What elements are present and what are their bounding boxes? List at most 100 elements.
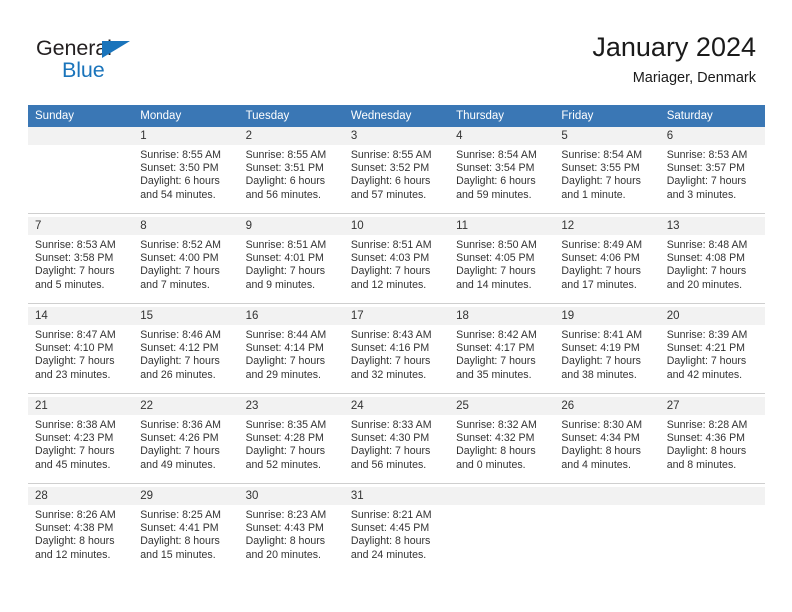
day-number: 1	[133, 127, 239, 145]
calendar-day-cell[interactable]: 13 Sunrise: 8:48 AM Sunset: 4:08 PM Dayligh…	[659, 217, 765, 303]
daylight-text-line2: and 23 minutes.	[35, 368, 111, 381]
day-sun-info: Sunrise: 8:32 AM Sunset: 4:32 PM Daylight:…	[449, 415, 554, 472]
daylight-text-line2: and 24 minutes.	[350, 548, 427, 561]
daylight-text-line1: Daylight: 6 hours	[350, 175, 431, 188]
calendar-day-cell[interactable]: 4 Sunrise: 8:54 AM Sunset: 3:54 PM Daylight…	[449, 127, 555, 213]
sunrise-text: Sunrise: 8:25 AM	[140, 509, 221, 521]
sunset-text: Sunset: 4:26 PM	[140, 432, 219, 445]
day-number	[28, 127, 134, 145]
sunset-text: Sunset: 4:34 PM	[561, 432, 640, 445]
calendar-day-cell[interactable]: 27 Sunrise: 8:28 AM Sunset: 4:36 PM Dayligh…	[659, 397, 765, 483]
day-number: 14	[28, 307, 134, 325]
day-sun-info: Sunrise: 8:51 AM Sunset: 4:03 PM Daylight:…	[344, 235, 449, 292]
sunrise-text: Sunrise: 8:52 AM	[140, 239, 221, 251]
sunset-text: Sunset: 4:23 PM	[35, 432, 114, 445]
calendar-day-cell[interactable]: 24 Sunrise: 8:33 AM Sunset: 4:30 PM Dayligh…	[343, 397, 450, 483]
calendar-day-cell[interactable]: 31 Sunrise: 8:21 AM Sunset: 4:45 PM Dayligh…	[343, 487, 450, 573]
daylight-text-line1: Daylight: 7 hours	[666, 265, 747, 278]
daylight-text-line2: and 32 minutes.	[350, 368, 427, 381]
calendar-day-cell[interactable]: 22 Sunrise: 8:36 AM Sunset: 4:26 PM Dayligh…	[133, 397, 239, 483]
daylight-text-line2: and 59 minutes.	[456, 188, 532, 201]
daylight-text-line1: Daylight: 8 hours	[35, 535, 115, 548]
daylight-text-line2: and 26 minutes.	[140, 368, 216, 381]
day-sun-info: Sunrise: 8:39 AM Sunset: 4:21 PM Daylight:…	[660, 325, 765, 382]
calendar-day-cell[interactable]: 1 Sunrise: 8:55 AM Sunset: 3:50 PM Daylight…	[133, 127, 239, 213]
calendar-day-cell[interactable]: 12 Sunrise: 8:49 AM Sunset: 4:06 PM Dayligh…	[554, 217, 660, 303]
sunrise-text: Sunrise: 8:51 AM	[350, 239, 432, 251]
sunrise-text: Sunrise: 8:38 AM	[35, 419, 116, 431]
day-number: 24	[343, 397, 450, 415]
calendar-day-cell[interactable]: 29 Sunrise: 8:25 AM Sunset: 4:41 PM Dayligh…	[133, 487, 239, 573]
day-sun-info: Sunrise: 8:51 AM Sunset: 4:01 PM Daylight:…	[239, 235, 344, 292]
weekday-header-monday: Monday	[133, 105, 239, 127]
sunset-text: Sunset: 4:10 PM	[35, 342, 114, 355]
calendar-day-cell[interactable]: 30 Sunrise: 8:23 AM Sunset: 4:43 PM Dayligh…	[238, 487, 344, 573]
day-sun-info: Sunrise: 8:54 AM Sunset: 3:54 PM Daylight:…	[449, 145, 554, 202]
calendar-day-cell[interactable]: 19 Sunrise: 8:41 AM Sunset: 4:19 PM Dayligh…	[554, 307, 660, 393]
calendar-day-cell[interactable]: 8 Sunrise: 8:52 AM Sunset: 4:00 PM Daylight…	[133, 217, 239, 303]
calendar-day-cell[interactable]: 11 Sunrise: 8:50 AM Sunset: 4:05 PM Dayligh…	[449, 217, 555, 303]
sunset-text: Sunset: 4:16 PM	[350, 342, 430, 355]
general-blue-logo: General Blue	[36, 36, 156, 84]
daylight-text-line1: Daylight: 8 hours	[666, 445, 747, 458]
calendar-day-cell[interactable]: 7 Sunrise: 8:53 AM Sunset: 3:58 PM Daylight…	[28, 217, 134, 303]
logo-triangle-icon	[102, 41, 130, 58]
day-number: 15	[133, 307, 239, 325]
day-sun-info: Sunrise: 8:47 AM Sunset: 4:10 PM Daylight:…	[28, 325, 133, 382]
calendar-day-cell[interactable]: 18 Sunrise: 8:42 AM Sunset: 4:17 PM Dayligh…	[449, 307, 555, 393]
calendar-day-cell[interactable]: 6 Sunrise: 8:53 AM Sunset: 3:57 PM Daylight…	[659, 127, 765, 213]
daylight-text-line2: and 9 minutes.	[245, 278, 316, 291]
day-number: 5	[554, 127, 660, 145]
daylight-text-line1: Daylight: 7 hours	[350, 445, 431, 458]
sunset-text: Sunset: 3:57 PM	[666, 162, 746, 175]
calendar-day-cell-empty	[449, 487, 555, 573]
calendar-day-cell[interactable]: 16 Sunrise: 8:44 AM Sunset: 4:14 PM Dayligh…	[238, 307, 344, 393]
calendar-day-cell[interactable]: 17 Sunrise: 8:43 AM Sunset: 4:16 PM Dayligh…	[343, 307, 450, 393]
sunrise-text: Sunrise: 8:51 AM	[245, 239, 327, 251]
calendar-day-cell[interactable]: 28 Sunrise: 8:26 AM Sunset: 4:38 PM Dayligh…	[28, 487, 134, 573]
daylight-text-line1: Daylight: 7 hours	[456, 355, 536, 368]
day-number: 4	[449, 127, 555, 145]
calendar-day-cell-empty	[554, 487, 660, 573]
calendar-day-cell[interactable]: 3 Sunrise: 8:55 AM Sunset: 3:52 PM Daylight…	[343, 127, 450, 213]
calendar-day-cell[interactable]: 10 Sunrise: 8:51 AM Sunset: 4:03 PM Dayligh…	[343, 217, 450, 303]
day-sun-info: Sunrise: 8:30 AM Sunset: 4:34 PM Daylight:…	[554, 415, 659, 472]
sunset-text: Sunset: 4:08 PM	[666, 252, 746, 265]
daylight-text-line2: and 56 minutes.	[245, 188, 321, 201]
sunrise-text: Sunrise: 8:49 AM	[561, 239, 643, 251]
calendar-day-cell[interactable]: 2 Sunrise: 8:55 AM Sunset: 3:51 PM Daylight…	[238, 127, 344, 213]
calendar-day-cell-empty	[28, 127, 134, 213]
calendar-day-cell[interactable]: 9 Sunrise: 8:51 AM Sunset: 4:01 PM Daylight…	[238, 217, 344, 303]
daylight-text-line2: and 0 minutes.	[456, 458, 526, 471]
daylight-text-line1: Daylight: 7 hours	[140, 445, 220, 458]
sunrise-text: Sunrise: 8:35 AM	[245, 419, 327, 431]
daylight-text-line2: and 14 minutes.	[456, 278, 532, 291]
calendar-day-cell[interactable]: 5 Sunrise: 8:54 AM Sunset: 3:55 PM Daylight…	[554, 127, 660, 213]
page-title: January 2024	[592, 32, 756, 62]
daylight-text-line1: Daylight: 7 hours	[666, 355, 747, 368]
day-number: 31	[343, 487, 450, 505]
day-number: 27	[659, 397, 765, 415]
daylight-text-line2: and 4 minutes.	[561, 458, 631, 471]
daylight-text-line1: Daylight: 8 hours	[561, 445, 641, 458]
daylight-text-line1: Daylight: 7 hours	[350, 355, 431, 368]
day-sun-info: Sunrise: 8:41 AM Sunset: 4:19 PM Daylight:…	[554, 325, 659, 382]
day-number: 13	[659, 217, 765, 235]
calendar-day-cell[interactable]: 25 Sunrise: 8:32 AM Sunset: 4:32 PM Dayligh…	[449, 397, 555, 483]
calendar-day-cell[interactable]: 23 Sunrise: 8:35 AM Sunset: 4:28 PM Dayligh…	[238, 397, 344, 483]
calendar-day-cell[interactable]: 21 Sunrise: 8:38 AM Sunset: 4:23 PM Dayligh…	[28, 397, 134, 483]
day-sun-info: Sunrise: 8:44 AM Sunset: 4:14 PM Daylight:…	[239, 325, 344, 382]
day-sun-info: Sunrise: 8:25 AM Sunset: 4:41 PM Daylight:…	[133, 505, 238, 562]
calendar-day-cell[interactable]: 14 Sunrise: 8:47 AM Sunset: 4:10 PM Dayligh…	[28, 307, 134, 393]
day-number: 23	[238, 397, 344, 415]
calendar-day-cell[interactable]: 20 Sunrise: 8:39 AM Sunset: 4:21 PM Dayligh…	[659, 307, 765, 393]
day-number: 6	[659, 127, 765, 145]
calendar-day-cell[interactable]: 26 Sunrise: 8:30 AM Sunset: 4:34 PM Dayligh…	[554, 397, 660, 483]
sunset-text: Sunset: 4:12 PM	[140, 342, 219, 355]
day-number: 12	[554, 217, 660, 235]
calendar-day-cell[interactable]: 15 Sunrise: 8:46 AM Sunset: 4:12 PM Dayligh…	[133, 307, 239, 393]
sunset-text: Sunset: 4:28 PM	[245, 432, 324, 445]
sunrise-text: Sunrise: 8:53 AM	[35, 239, 116, 251]
sunrise-text: Sunrise: 8:23 AM	[245, 509, 327, 521]
sunrise-text: Sunrise: 8:41 AM	[561, 329, 643, 341]
